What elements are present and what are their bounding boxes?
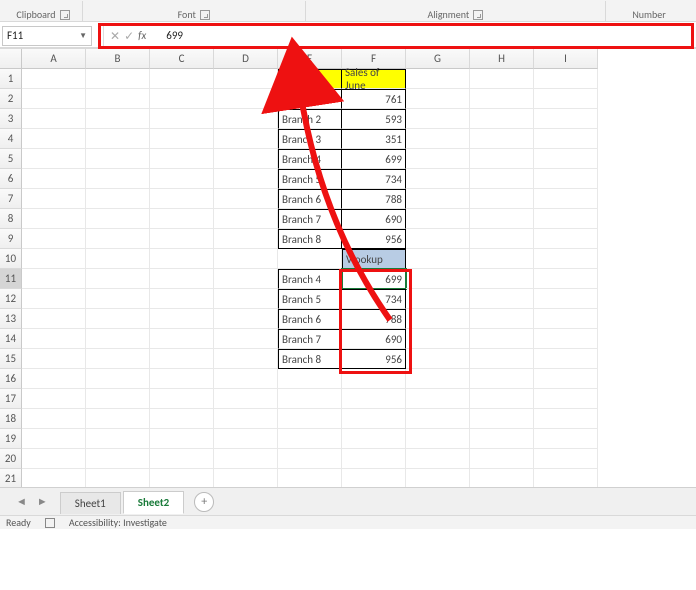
fx-icon[interactable]: fx	[138, 29, 146, 42]
cell[interactable]: 788	[342, 189, 406, 209]
col-header[interactable]: D	[214, 49, 278, 69]
row-header[interactable]: 20	[0, 449, 22, 469]
cell[interactable]: Branch 5	[278, 289, 342, 309]
row-header[interactable]: 16	[0, 369, 22, 389]
formula-enter-icon[interactable]: ✓	[124, 29, 134, 43]
col-header[interactable]: A	[22, 49, 86, 69]
row-header[interactable]: 19	[0, 429, 22, 449]
cell[interactable]: 788	[342, 309, 406, 329]
cell[interactable]: Branch 7	[278, 209, 342, 229]
col-header[interactable]: H	[470, 49, 534, 69]
cell[interactable]: Branch 6	[278, 189, 342, 209]
row-header[interactable]: 9	[0, 229, 22, 249]
cell[interactable]: Branch 4	[278, 149, 342, 169]
cell[interactable]: 956	[342, 229, 406, 249]
ribbon-number-label: Number	[632, 8, 665, 21]
add-sheet-button[interactable]: +	[194, 492, 214, 512]
row-header[interactable]: 1	[0, 69, 22, 89]
formula-bar-highlight: ✕ ✓ fx 699	[98, 23, 694, 49]
cell[interactable]: Branch 8	[278, 349, 342, 369]
row-header[interactable]: 13	[0, 309, 22, 329]
row-header[interactable]: 7	[0, 189, 22, 209]
ribbon-group-strip: Clipboard Font Alignment Number	[0, 0, 696, 22]
row-header[interactable]: 11	[0, 269, 22, 289]
cell[interactable]: 351	[342, 129, 406, 149]
launcher-font[interactable]	[200, 10, 210, 20]
row-header[interactable]: 4	[0, 129, 22, 149]
cell[interactable]: Branch 6	[278, 309, 342, 329]
cell[interactable]: Branch 5	[278, 169, 342, 189]
col-header[interactable]: E	[278, 49, 342, 69]
cell[interactable]: 734	[342, 169, 406, 189]
status-accessibility[interactable]: Accessibility: Investigate	[69, 516, 167, 529]
launcher-alignment[interactable]	[473, 10, 483, 20]
formula-bar-row: F11 ▼ ✕ ✓ fx 699	[0, 22, 696, 48]
sheet-tab-bar: ◄ ► Sheet1 Sheet2 +	[0, 487, 696, 515]
row-header[interactable]: 12	[0, 289, 22, 309]
cell[interactable]: 699	[342, 149, 406, 169]
cell[interactable]: Branch 2	[278, 109, 342, 129]
cell[interactable]: Branch 7	[278, 329, 342, 349]
cell[interactable]: 956	[342, 349, 406, 369]
row-header[interactable]: 8	[0, 209, 22, 229]
formula-cancel-icon[interactable]: ✕	[110, 29, 120, 43]
ribbon-alignment-label: Alignment	[427, 8, 469, 21]
cell-active[interactable]: 699	[342, 269, 406, 289]
row-header[interactable]: 6	[0, 169, 22, 189]
cell[interactable]: Vlookup	[342, 249, 406, 269]
launcher-clipboard[interactable]	[60, 10, 70, 20]
row-header[interactable]: 18	[0, 409, 22, 429]
chevron-down-icon[interactable]: ▼	[79, 31, 87, 41]
name-box-value: F11	[7, 29, 23, 42]
cell[interactable]: Branch 8	[278, 229, 342, 249]
cell[interactable]: 690	[342, 329, 406, 349]
spreadsheet-grid[interactable]: A B C D E F G H I 1 BRANCH Sales of June…	[0, 48, 696, 529]
col-header[interactable]: B	[86, 49, 150, 69]
row-header[interactable]: 2	[0, 89, 22, 109]
cell[interactable]: Branch 3	[278, 129, 342, 149]
ribbon-clipboard-label: Clipboard	[16, 8, 55, 21]
col-header[interactable]: C	[150, 49, 214, 69]
ribbon-font-label: Font	[178, 8, 196, 21]
select-all-corner[interactable]	[0, 49, 22, 69]
name-box[interactable]: F11 ▼	[2, 26, 92, 46]
accessibility-icon	[45, 518, 55, 528]
tab-nav-prev-icon[interactable]: ◄	[16, 495, 27, 508]
tab-nav-next-icon[interactable]: ►	[37, 495, 48, 508]
row-header[interactable]: 15	[0, 349, 22, 369]
cell[interactable]: BRANCH	[278, 69, 342, 89]
tab-sheet2[interactable]: Sheet2	[123, 491, 185, 514]
row-header[interactable]: 5	[0, 149, 22, 169]
cell[interactable]: 690	[342, 209, 406, 229]
col-header[interactable]: I	[534, 49, 598, 69]
cell[interactable]: Branch 1	[278, 89, 342, 109]
col-header[interactable]: G	[406, 49, 470, 69]
row-header[interactable]: 17	[0, 389, 22, 409]
cell[interactable]: 734	[342, 289, 406, 309]
cell[interactable]: 593	[342, 109, 406, 129]
row-header[interactable]: 21	[0, 469, 22, 489]
tab-sheet1[interactable]: Sheet1	[60, 492, 121, 514]
row-header[interactable]: 14	[0, 329, 22, 349]
cell[interactable]: Sales of June	[342, 69, 406, 89]
row-header[interactable]: 3	[0, 109, 22, 129]
formula-bar-input[interactable]: 699	[152, 29, 691, 42]
row-header[interactable]: 10	[0, 249, 22, 269]
cell[interactable]: Branch 4	[278, 269, 342, 289]
status-bar: Ready Accessibility: Investigate	[0, 515, 696, 529]
cell[interactable]: 761	[342, 89, 406, 109]
status-ready: Ready	[6, 516, 31, 529]
